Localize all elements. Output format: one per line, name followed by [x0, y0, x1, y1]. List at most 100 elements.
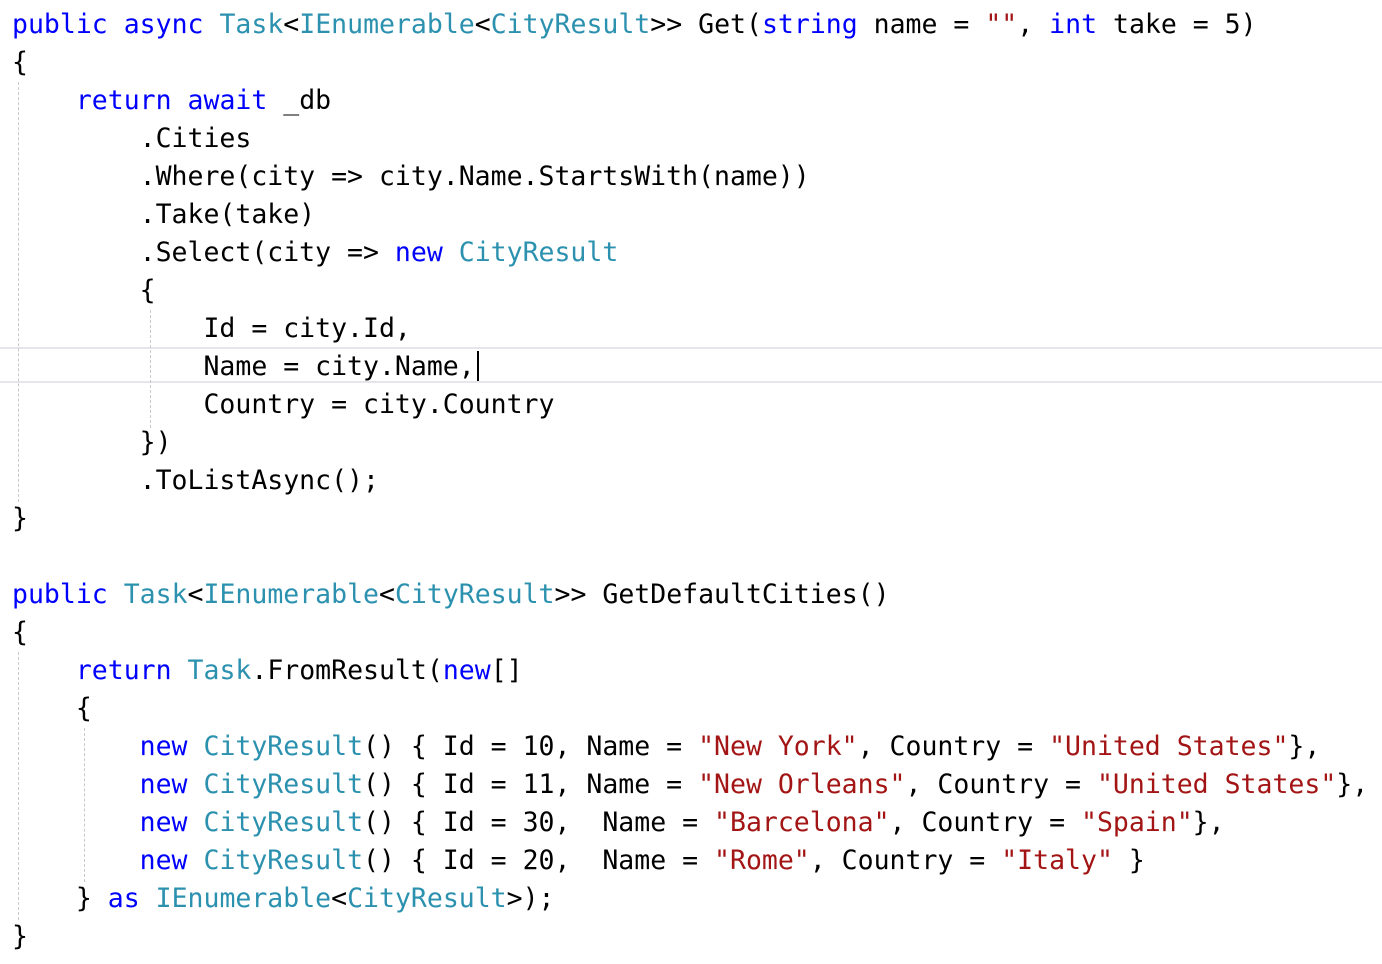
code-token: take = 5)	[1097, 9, 1257, 40]
code-token: () { Id = 20, Name =	[363, 845, 715, 876]
code-token: return	[75, 85, 172, 116]
code-token: IEnumerable	[155, 883, 332, 914]
code-line: })	[12, 424, 172, 462]
code-line: .Where(city => city.Name.StartsWith(name…	[12, 158, 810, 196]
code-line: }	[12, 918, 28, 956]
code-token: .Take(take)	[12, 199, 316, 230]
code-token: int	[1049, 9, 1098, 40]
code-token: {	[12, 275, 156, 306]
code-line: {	[12, 44, 28, 82]
code-line: .Take(take)	[12, 196, 316, 234]
code-token: IEnumerable	[299, 9, 475, 40]
code-token: >);	[506, 883, 555, 914]
code-token: })	[12, 427, 172, 458]
code-token: >> GetDefaultCities()	[554, 579, 890, 610]
code-token: }	[12, 921, 28, 952]
code-token: CityResult	[203, 731, 364, 762]
code-token: CityResult	[203, 845, 364, 876]
code-token: "Rome"	[714, 845, 810, 876]
code-token: ""	[985, 9, 1018, 40]
code-token: Task	[187, 655, 252, 686]
code-token: "United States"	[1049, 731, 1289, 762]
code-token: () { Id = 10, Name =	[363, 731, 699, 762]
code-token: CityResult	[458, 237, 619, 268]
code-token: CityResult	[490, 9, 651, 40]
code-token: IEnumerable	[203, 579, 380, 610]
code-token: "Spain"	[1080, 807, 1193, 838]
code-token: <	[283, 9, 300, 40]
code-token: },	[1288, 731, 1321, 762]
code-line: public async Task<IEnumerable<CityResult…	[12, 6, 1257, 44]
code-token: ,	[1017, 9, 1050, 40]
code-token: CityResult	[203, 807, 364, 838]
code-line: new CityResult() { Id = 20, Name = "Rome…	[12, 842, 1145, 880]
code-token: >> Get(	[650, 9, 762, 40]
code-token: new	[139, 731, 188, 762]
code-token: .Where(city => city.Name.StartsWith(name…	[12, 161, 810, 192]
code-token: new	[139, 845, 188, 876]
code-token: , Country =	[889, 807, 1081, 838]
code-token: public	[12, 579, 108, 610]
code-token: .ToListAsync();	[12, 465, 379, 496]
code-token: },	[1192, 807, 1225, 838]
code-token: _db	[267, 85, 332, 116]
code-token: "United States"	[1096, 769, 1337, 800]
code-token: {	[12, 693, 92, 724]
code-token: async	[123, 9, 204, 40]
code-line: return await _db	[12, 82, 331, 120]
code-token: "New Orleans"	[698, 769, 906, 800]
code-line: public Task<IEnumerable<CityResult>> Get…	[12, 576, 890, 614]
code-token: as	[107, 883, 140, 914]
code-line: Name = city.Name,	[12, 348, 474, 386]
code-line: {	[12, 690, 92, 728]
code-token: .FromResult(	[251, 655, 443, 686]
code-line: {	[12, 614, 28, 652]
code-token: , Country =	[809, 845, 1002, 876]
code-line: new CityResult() { Id = 10, Name = "New …	[12, 728, 1321, 766]
code-token: .Select(city =>	[12, 237, 395, 268]
code-token: Country = city.Country	[12, 389, 555, 420]
code-line: .Cities	[12, 120, 252, 158]
code-line: Id = city.Id,	[12, 310, 410, 348]
code-token: return	[75, 655, 172, 686]
code-token: <	[331, 883, 348, 914]
code-token: "New York"	[698, 731, 858, 762]
code-token: Task	[123, 579, 188, 610]
code-token: CityResult	[394, 579, 555, 610]
text-caret	[477, 351, 479, 381]
code-token: <	[379, 579, 395, 610]
code-token: () { Id = 11, Name =	[363, 769, 699, 800]
code-token: }	[12, 883, 108, 914]
code-token: string	[761, 9, 858, 40]
code-line: new CityResult() { Id = 30, Name = "Barc…	[12, 804, 1225, 842]
code-line: {	[12, 272, 156, 310]
code-token: "Italy"	[1001, 845, 1113, 876]
code-line: .Select(city => new CityResult	[12, 234, 619, 272]
code-token: {	[12, 47, 28, 78]
code-line: }	[12, 500, 28, 538]
code-token: }	[12, 503, 28, 534]
code-editor[interactable]: public async Task<IEnumerable<CityResult…	[0, 0, 1382, 964]
code-token: []	[490, 655, 523, 686]
code-line: return Task.FromResult(new[]	[12, 652, 523, 690]
code-token: Task	[219, 9, 284, 40]
code-line: .ToListAsync();	[12, 462, 379, 500]
code-token: await	[187, 85, 268, 116]
code-token: .Cities	[12, 123, 252, 154]
code-token: new	[394, 237, 443, 268]
code-token: }	[1112, 845, 1145, 876]
code-token: , Country =	[905, 769, 1097, 800]
code-token: CityResult	[347, 883, 507, 914]
code-token: () { Id = 30, Name =	[363, 807, 715, 838]
